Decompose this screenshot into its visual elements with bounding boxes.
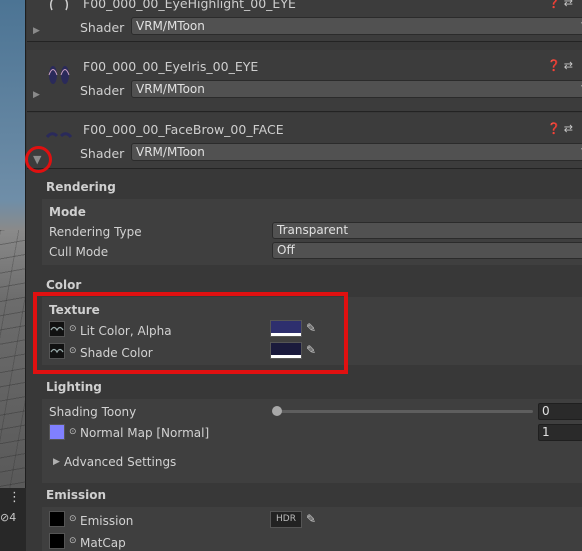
highlight-annotation-circle xyxy=(25,146,52,173)
shader-dropdown[interactable]: VRM/MToon▼ xyxy=(131,143,582,161)
settings-icon[interactable]: ⇄ xyxy=(564,0,576,9)
material-preview-icon xyxy=(49,0,69,11)
emission-section-title: Emission xyxy=(46,488,106,502)
material-header-eyeiris: ▶ F00_000_00_EyeIris_00_EYE ❓⇄ Shader VR… xyxy=(27,50,582,112)
material-preview-icon xyxy=(48,66,70,84)
visibility-counter[interactable]: ⊘4 xyxy=(0,511,16,524)
slider-knob[interactable] xyxy=(272,406,282,416)
normal-map-label: Normal Map [Normal] xyxy=(80,426,210,440)
rendering-type-value: Transparent xyxy=(277,223,349,237)
cull-mode-label: Cull Mode xyxy=(49,245,109,259)
cull-mode-dropdown[interactable]: Off▼ xyxy=(272,242,582,259)
more-options-icon[interactable]: ⋮ xyxy=(8,490,21,505)
shader-label: Shader xyxy=(80,146,125,161)
visibility-count: 4 xyxy=(9,511,17,524)
material-header-icons[interactable]: ❓⇄ xyxy=(547,59,576,72)
material-name: F00_000_00_EyeIris_00_EYE xyxy=(83,59,259,74)
rendering-section-title: Rendering xyxy=(46,180,116,194)
shader-value: VRM/MToon xyxy=(136,19,205,33)
emission-label: Emission xyxy=(80,514,134,528)
shader-label: Shader xyxy=(80,83,125,98)
hdr-badge: HDR xyxy=(276,514,296,524)
help-icon[interactable]: ❓ xyxy=(547,0,564,9)
emission-texture-slot[interactable] xyxy=(49,511,65,527)
lighting-section-title: Lighting xyxy=(46,380,102,394)
rendering-type-dropdown[interactable]: Transparent▼ xyxy=(272,222,582,239)
help-icon[interactable]: ❓ xyxy=(547,59,564,72)
shading-toony-value: 0 xyxy=(542,404,550,418)
advanced-settings-foldout[interactable]: Advanced Settings xyxy=(64,455,176,469)
cull-mode-value: Off xyxy=(277,243,295,257)
object-picker-icon[interactable]: ⊙ xyxy=(69,427,77,437)
material-header-icons[interactable]: ❓⇄ xyxy=(547,0,576,9)
help-icon[interactable]: ❓ xyxy=(547,122,564,135)
shader-value: VRM/MToon xyxy=(136,82,205,96)
mode-title: Mode xyxy=(49,205,86,219)
normal-map-scale-field[interactable]: 1 xyxy=(538,424,582,441)
color-section-title: Color xyxy=(46,278,82,292)
settings-icon[interactable]: ⇄ xyxy=(564,59,576,72)
matcap-texture-slot[interactable] xyxy=(49,533,65,549)
shader-dropdown[interactable]: VRM/MToon▼ xyxy=(131,80,582,98)
shading-toony-slider[interactable] xyxy=(277,410,533,413)
inspector-panel: ▶ F00_000_00_EyeHighlight_00_EYE ❓⇄ Shad… xyxy=(27,0,582,551)
matcap-label: MatCap xyxy=(80,536,126,550)
rendering-type-label: Rendering Type xyxy=(49,225,142,239)
eye-hidden-icon: ⊘ xyxy=(0,511,10,524)
shader-dropdown[interactable]: VRM/MToon▼ xyxy=(131,17,582,35)
material-header-eyehighlight: ▶ F00_000_00_EyeHighlight_00_EYE ❓⇄ Shad… xyxy=(27,0,582,42)
eyedropper-icon[interactable]: ✎ xyxy=(306,512,316,526)
expand-arrow-icon[interactable]: ▶ xyxy=(33,90,40,100)
material-header-facebrow: F00_000_00_FaceBrow_00_FACE ❓⇄ Shader VR… xyxy=(27,113,582,169)
expand-arrow-icon[interactable]: ▶ xyxy=(33,26,40,36)
scene-grid xyxy=(0,230,26,490)
shading-toony-label: Shading Toony xyxy=(49,405,137,419)
emission-color-swatch[interactable]: HDR xyxy=(270,511,302,528)
material-header-icons[interactable]: ❓⇄ xyxy=(547,122,576,135)
shading-toony-field[interactable]: 0 xyxy=(538,403,582,420)
normal-map-value: 1 xyxy=(542,425,550,439)
material-name: F00_000_00_EyeHighlight_00_EYE xyxy=(83,0,296,11)
object-picker-icon[interactable]: ⊙ xyxy=(69,514,77,524)
object-picker-icon[interactable]: ⊙ xyxy=(69,536,77,546)
foldout-arrow-icon[interactable]: ▶ xyxy=(53,457,60,467)
scene-view-strip: ⋮ ⊘4 xyxy=(0,0,26,551)
highlight-annotation-box xyxy=(33,292,348,374)
material-name: F00_000_00_FaceBrow_00_FACE xyxy=(83,122,284,137)
shader-value: VRM/MToon xyxy=(136,145,205,159)
normal-map-texture-slot[interactable] xyxy=(49,424,65,440)
shader-label: Shader xyxy=(80,20,125,35)
settings-icon[interactable]: ⇄ xyxy=(564,122,576,135)
